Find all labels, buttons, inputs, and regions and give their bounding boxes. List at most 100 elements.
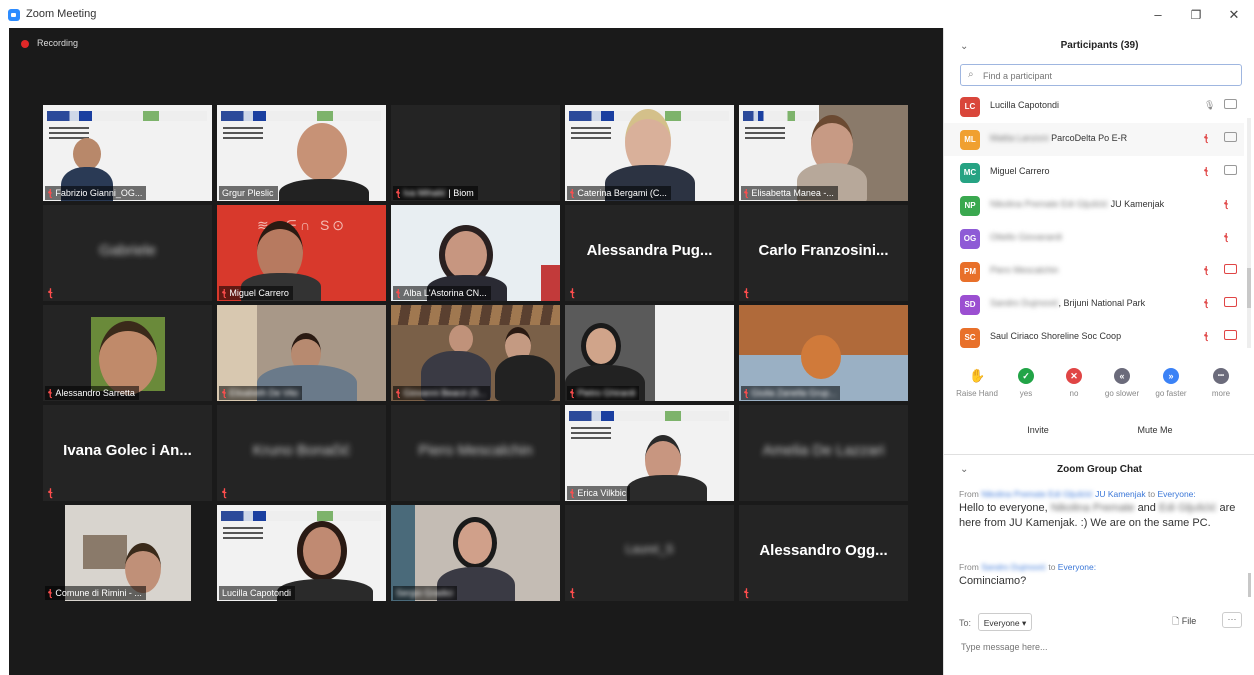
- participant-name: Kruno Bonačić: [252, 442, 351, 459]
- mic-off-icon: ꞎ: [744, 588, 749, 599]
- camera-off-icon[interactable]: [1224, 330, 1237, 340]
- participant-name-label: ꞎ Pietro Ghirardi: [567, 386, 640, 400]
- participant-name: Nikolina Premate Edi Gljušćić JU Kamenja…: [990, 199, 1165, 209]
- search-icon: ⌕: [968, 69, 974, 80]
- participant-row[interactable]: NP Nikolina Premate Edi Gljušćić JU Kame…: [944, 189, 1244, 222]
- avatar: SD: [960, 295, 980, 315]
- mic-off-icon: ꞎ: [222, 388, 227, 398]
- scrollbar-thumb[interactable]: [1247, 268, 1251, 308]
- participant-name-label: ꞎ Caterina Bergami (C...: [567, 186, 671, 200]
- video-tile[interactable]: ≋∩∈∩ S⊙ ꞎ Miguel Carrero: [217, 205, 386, 301]
- mic-off-icon[interactable]: ꞎ: [1204, 166, 1208, 177]
- participant-name-label: ꞎ Elisabetta Manea -...: [741, 186, 838, 200]
- mic-icon[interactable]: 🎙: [1204, 100, 1215, 111]
- mic-off-icon[interactable]: ꞎ: [1224, 199, 1228, 210]
- mic-off-icon[interactable]: ꞎ: [1204, 298, 1208, 309]
- participant-row[interactable]: LC Lucilla Capotondi 🎙: [944, 90, 1244, 123]
- chat-more-button[interactable]: ···: [1222, 612, 1242, 628]
- avatar: PM: [960, 262, 980, 282]
- video-tile[interactable]: ꞎ Fabrizio Gianni_OG...: [43, 105, 212, 201]
- go-slower-button[interactable]: « go slower: [1099, 368, 1145, 398]
- mic-off-icon[interactable]: ꞎ: [1204, 331, 1208, 342]
- participant-row[interactable]: SD Sandro Dujmović, Brijuni National Par…: [944, 288, 1244, 321]
- video-tile[interactable]: Alessandra Pug... ꞎ: [565, 205, 734, 301]
- more-reactions-button[interactable]: ••• more: [1198, 368, 1244, 398]
- video-tile[interactable]: Gabriele ꞎ: [43, 205, 212, 301]
- recording-label: Recording: [37, 38, 79, 48]
- participant-row[interactable]: MC Miguel Carrero ꞎ: [944, 156, 1244, 189]
- video-tile[interactable]: Ivana Golec i An... ꞎ: [43, 405, 212, 501]
- mic-off-icon[interactable]: ꞎ: [1204, 133, 1208, 144]
- video-tile[interactable]: Alessandro Ogg... ꞎ: [739, 505, 908, 601]
- go-faster-button[interactable]: » go faster: [1148, 368, 1194, 398]
- video-tile[interactable]: ꞎ Giovanni Bearzi (S...: [391, 305, 560, 401]
- participant-name-label: ꞎ Giovanni Bearzi (S...: [393, 386, 490, 400]
- avatar: NP: [960, 196, 980, 216]
- video-tile[interactable]: ꞎ Elisabeth De Vito: [217, 305, 386, 401]
- mic-off-icon: ꞎ: [570, 288, 575, 299]
- maximize-button[interactable]: ❐: [1182, 5, 1210, 25]
- invite-button[interactable]: Invite: [1016, 420, 1060, 440]
- participant-row[interactable]: SC Saul Ciriaco Shoreline Soc Coop ꞎ: [944, 321, 1244, 354]
- mute-me-button[interactable]: Mute Me: [1127, 420, 1183, 440]
- camera-icon[interactable]: [1224, 132, 1237, 142]
- video-tile[interactable]: Kruno Bonačić ꞎ: [217, 405, 386, 501]
- camera-off-icon[interactable]: [1224, 264, 1237, 274]
- camera-off-icon[interactable]: [1224, 297, 1237, 307]
- mic-off-icon: ꞎ: [222, 488, 227, 499]
- participant-name: Mattia Lanzoni ParcoDelta Po E-R: [990, 133, 1128, 143]
- participants-scrollbar[interactable]: [1247, 118, 1251, 348]
- participant-name-label: ꞎ Alessandro Sarretta: [45, 386, 139, 400]
- no-button[interactable]: ✕ no: [1051, 368, 1097, 398]
- participant-row[interactable]: ML Mattia Lanzoni ParcoDelta Po E-R ꞎ: [944, 123, 1244, 156]
- camera-icon[interactable]: [1224, 165, 1237, 175]
- video-tile[interactable]: ꞎ Alba L'Astorina CN...: [391, 205, 560, 301]
- mic-off-icon: ꞎ: [48, 488, 53, 499]
- close-button[interactable]: ✕: [1220, 5, 1248, 25]
- avatar: LC: [960, 97, 980, 117]
- video-tile[interactable]: ꞎ Giulia Zanella Grup...: [739, 305, 908, 401]
- participant-name: Alessandro Ogg...: [759, 542, 888, 559]
- avatar: MC: [960, 163, 980, 183]
- participant-row[interactable]: OG Ottello Giovanardi ꞎ: [944, 222, 1244, 255]
- video-tile[interactable]: ꞎ Pietro Ghirardi: [565, 305, 734, 401]
- recipient-dropdown[interactable]: Everyone ▾: [978, 613, 1032, 631]
- video-tile[interactable]: ꞎ Iva Mihalić | Biom: [391, 105, 560, 201]
- video-tile[interactable]: ꞎ Comune di Rimini - ...: [43, 505, 212, 601]
- mic-off-icon: ꞎ: [744, 388, 749, 398]
- video-tile[interactable]: ꞎ Caterina Bergami (C...: [565, 105, 734, 201]
- participant-name-label: ꞎ Alba L'Astorina CN...: [393, 286, 491, 300]
- video-tile[interactable]: Piero Mescalchin: [391, 405, 560, 501]
- camera-icon[interactable]: [1224, 99, 1237, 109]
- zoom-app-icon: [8, 9, 20, 21]
- chat-scrollbar-thumb[interactable]: [1248, 573, 1251, 597]
- mic-off-icon: ꞎ: [570, 488, 575, 498]
- participant-name: Amelia De Lazzari: [762, 442, 885, 459]
- more-icon: •••: [1213, 368, 1229, 384]
- video-tile[interactable]: Laurel_S ꞎ: [565, 505, 734, 601]
- file-button[interactable]: 🗋 File: [1172, 614, 1196, 630]
- video-tile[interactable]: Sergio Gradici: [391, 505, 560, 601]
- mic-off-icon[interactable]: ꞎ: [1224, 232, 1228, 243]
- video-tile[interactable]: Carlo Franzosini... ꞎ: [739, 205, 908, 301]
- participant-row[interactable]: PM Piero Mescalchin ꞎ: [944, 255, 1244, 288]
- mic-off-icon: ꞎ: [396, 388, 401, 398]
- video-tile[interactable]: Amelia De Lazzari: [739, 405, 908, 501]
- participant-search[interactable]: ⌕: [960, 64, 1242, 86]
- participant-name: Lucilla Capotondi: [990, 100, 1060, 110]
- raise-hand-button[interactable]: ✋ Raise Hand: [954, 368, 1000, 398]
- active-speaker-tile[interactable]: Lucilla Capotondi: [217, 505, 386, 601]
- message-input[interactable]: [959, 638, 1243, 656]
- participant-video: [73, 138, 101, 170]
- video-tile[interactable]: ꞎ Elisabetta Manea -...: [739, 105, 908, 201]
- video-tile[interactable]: ꞎ Alessandro Sarretta: [43, 305, 212, 401]
- mic-off-icon: ꞎ: [570, 188, 575, 198]
- video-tile[interactable]: ꞎ Erica Vilkbic: [565, 405, 734, 501]
- chat-message: Cominciamo?: [959, 575, 1027, 587]
- minimize-button[interactable]: –: [1144, 5, 1172, 25]
- video-tile[interactable]: Grgur Pleslic: [217, 105, 386, 201]
- search-input[interactable]: [981, 67, 1235, 85]
- mic-off-icon: ꞎ: [744, 188, 749, 198]
- yes-button[interactable]: ✓ yes: [1003, 368, 1049, 398]
- mic-off-icon[interactable]: ꞎ: [1204, 265, 1208, 276]
